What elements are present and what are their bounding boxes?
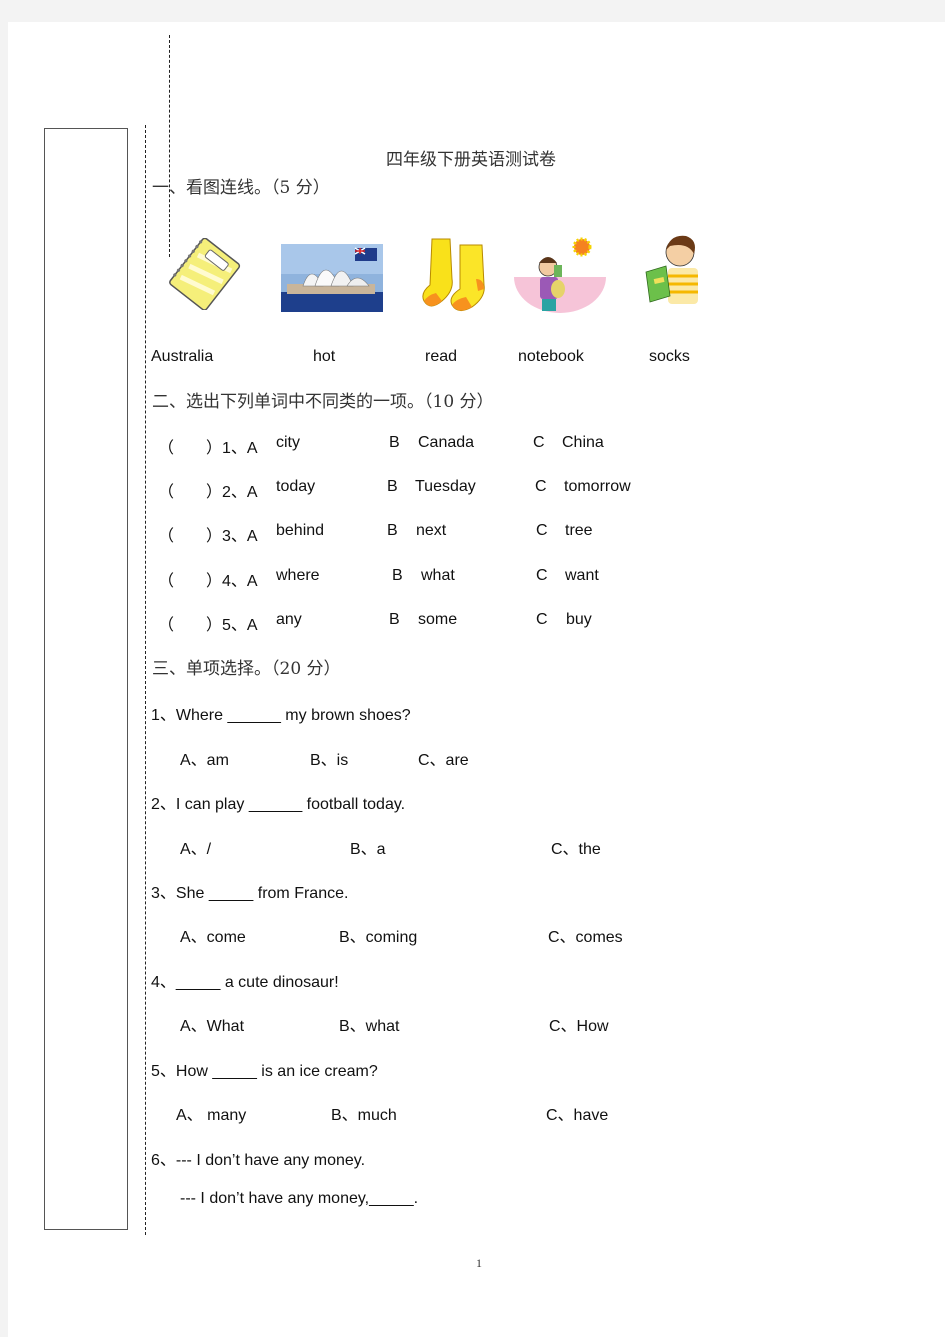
question-text-response: --- I don’t have any money,_____. bbox=[180, 1190, 419, 1207]
fold-line bbox=[169, 35, 170, 257]
option-a: A、/ bbox=[180, 841, 212, 858]
option-b: Canada bbox=[418, 434, 475, 451]
question-text: 1、Where ______ my brown shoes? bbox=[151, 707, 411, 724]
option-b: what bbox=[421, 567, 455, 584]
item-number: （ ）5、A bbox=[158, 617, 258, 634]
option-a: A、 many bbox=[176, 1107, 247, 1124]
item-number: （ ）4、A bbox=[158, 573, 258, 590]
match-word-socks: socks bbox=[649, 348, 690, 365]
match-word-read: read bbox=[425, 348, 458, 365]
hot-boy-picture bbox=[514, 237, 606, 313]
match-word-australia: Australia bbox=[151, 348, 214, 365]
option-c-label: C bbox=[536, 567, 548, 584]
binding-info-box bbox=[44, 128, 128, 1230]
option-a: A、come bbox=[180, 929, 246, 946]
option-a: behind bbox=[276, 522, 325, 539]
notebook-picture bbox=[169, 238, 241, 310]
option-a: A、What bbox=[180, 1018, 245, 1035]
option-b: B、what bbox=[339, 1018, 400, 1035]
option-b-label: B bbox=[389, 434, 400, 451]
option-a: today bbox=[276, 478, 316, 495]
section-1-heading: 一、看图连线。（5 分） bbox=[152, 178, 330, 198]
item-number: （ ）2、A bbox=[158, 484, 258, 501]
item-number: （ ）3、A bbox=[158, 528, 258, 545]
question-text: 4、_____ a cute dinosaur! bbox=[151, 974, 339, 991]
option-b: B、is bbox=[310, 752, 349, 769]
option-c: China bbox=[562, 434, 604, 451]
option-b-label: B bbox=[387, 478, 398, 495]
option-b: B、coming bbox=[339, 929, 418, 946]
option-a: any bbox=[276, 611, 302, 628]
reading-boy-picture bbox=[645, 235, 698, 304]
binding-cut-line bbox=[145, 125, 146, 1235]
option-c: buy bbox=[566, 611, 592, 628]
option-c-label: C bbox=[536, 522, 548, 539]
option-b: B、much bbox=[331, 1107, 397, 1124]
option-c: tree bbox=[565, 522, 593, 539]
option-a: city bbox=[276, 434, 300, 451]
match-word-notebook: notebook bbox=[518, 348, 584, 365]
option-c: C、have bbox=[546, 1107, 609, 1124]
match-word-hot: hot bbox=[313, 348, 336, 365]
section-2-heading: 二、选出下列单词中不同类的一项。（10 分） bbox=[152, 392, 494, 412]
option-c: want bbox=[565, 567, 599, 584]
option-c: tomorrow bbox=[564, 478, 631, 495]
option-c: C、How bbox=[549, 1018, 609, 1035]
option-b-label: B bbox=[392, 567, 403, 584]
option-c: C、the bbox=[551, 841, 601, 858]
question-text: 3、She _____ from France. bbox=[151, 885, 349, 902]
option-b: B、a bbox=[350, 841, 386, 858]
page-title: 四年级下册英语测试卷 bbox=[386, 150, 556, 170]
section-3-heading: 三、单项选择。（20 分） bbox=[152, 659, 341, 679]
option-c: C、are bbox=[418, 752, 469, 769]
option-b: some bbox=[418, 611, 458, 628]
option-a: A、am bbox=[180, 752, 229, 769]
question-text: 2、I can play ______ football today. bbox=[151, 796, 406, 813]
option-b-label: B bbox=[387, 522, 398, 539]
question-text: 5、How _____ is an ice cream? bbox=[151, 1063, 378, 1080]
option-a: where bbox=[276, 567, 320, 584]
option-b-label: B bbox=[389, 611, 400, 628]
page-number: 1 bbox=[476, 1256, 482, 1270]
sydney-opera-house-picture bbox=[281, 244, 383, 312]
option-c-label: C bbox=[533, 434, 545, 451]
question-text: 6、--- I don’t have any money. bbox=[151, 1152, 366, 1169]
option-c: C、comes bbox=[548, 929, 623, 946]
option-c-label: C bbox=[535, 478, 547, 495]
item-number: （ ）1、A bbox=[158, 440, 258, 457]
document-page bbox=[8, 22, 945, 1337]
socks-picture bbox=[422, 238, 485, 311]
option-b: next bbox=[416, 522, 447, 539]
option-b: Tuesday bbox=[415, 478, 476, 495]
option-c-label: C bbox=[536, 611, 548, 628]
